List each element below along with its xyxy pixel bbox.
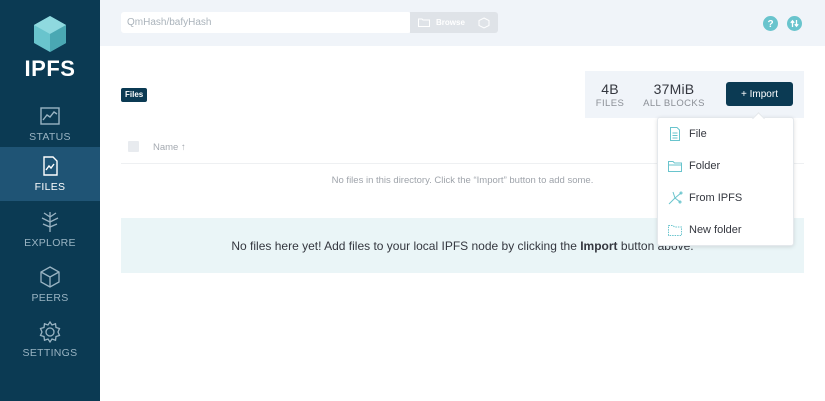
- nav-item-status[interactable]: STATUS: [0, 97, 100, 151]
- import-menu-file[interactable]: File: [658, 118, 794, 150]
- files-icon: [43, 156, 58, 176]
- blocks-size-value: 37MiB: [653, 81, 695, 97]
- sidebar: IPFS STATUS FILES EXPLORE PEERS SETTINGS: [0, 0, 100, 401]
- import-menu-folder-label: Folder: [689, 160, 721, 172]
- import-menu-from-ipfs-label: From IPFS: [689, 192, 743, 204]
- import-button[interactable]: + Import: [726, 82, 793, 106]
- settings-gear-icon: [39, 320, 61, 344]
- banner-import-word: Import: [580, 238, 618, 253]
- nav-label-settings: SETTINGS: [22, 347, 78, 359]
- nav-label-peers: PEERS: [31, 292, 69, 304]
- import-menu: File Folder From IPFS New folder: [657, 117, 794, 246]
- files-size-value: 4B: [601, 81, 619, 97]
- folder-icon: [668, 161, 682, 172]
- breadcrumb-files[interactable]: Files: [121, 88, 148, 102]
- peers-cube-icon: [40, 266, 60, 288]
- folder-icon: [418, 18, 430, 27]
- explore-tree-icon: [41, 212, 59, 232]
- new-folder-icon: [668, 225, 682, 236]
- ipfs-path-icon: [668, 191, 683, 205]
- browse-button[interactable]: Browse: [410, 12, 498, 33]
- nav-item-settings[interactable]: SETTINGS: [0, 313, 100, 367]
- import-menu-new-folder-label: New folder: [689, 224, 742, 236]
- file-icon: [670, 127, 680, 141]
- brand-name: IPFS: [24, 56, 76, 81]
- blocks-stat: 37MiB ALL BLOCKS: [641, 81, 707, 109]
- files-stat: 4B FILES: [593, 81, 627, 109]
- ipfs-cube-logo-icon: [34, 16, 66, 52]
- update-arrows-icon[interactable]: [787, 16, 802, 31]
- top-bar: Browse ?: [100, 0, 825, 46]
- browse-label: Browse: [436, 18, 465, 27]
- nav-label-explore: EXPLORE: [24, 237, 76, 249]
- nav-item-peers[interactable]: PEERS: [0, 258, 100, 312]
- nav-item-files[interactable]: FILES: [0, 147, 100, 201]
- banner-prefix: No files here yet! Add files to your loc…: [231, 238, 581, 253]
- import-menu-file-label: File: [689, 128, 707, 140]
- blocks-size-label: ALL BLOCKS: [643, 98, 705, 109]
- import-menu-from-ipfs[interactable]: From IPFS: [658, 182, 794, 214]
- files-size-label: FILES: [595, 98, 625, 109]
- banner-text: No files here yet! Add files to your loc…: [231, 239, 693, 253]
- ipfs-logo[interactable]: IPFS: [0, 14, 100, 82]
- name-column-header[interactable]: Name ↑: [153, 142, 186, 153]
- ipfs-glyph-icon: [478, 17, 490, 29]
- hash-search-input[interactable]: [121, 12, 401, 33]
- svg-text:?: ?: [767, 19, 773, 30]
- search-box: [121, 12, 411, 33]
- help-icon[interactable]: ?: [763, 16, 778, 31]
- nav-label-files: FILES: [34, 181, 66, 193]
- import-menu-new-folder[interactable]: New folder: [658, 214, 794, 246]
- nav-label-status: STATUS: [29, 131, 71, 143]
- select-all-checkbox[interactable]: [128, 141, 139, 152]
- nav-item-explore[interactable]: EXPLORE: [0, 203, 100, 257]
- import-menu-folder[interactable]: Folder: [658, 150, 794, 182]
- status-chart-icon: [40, 107, 60, 125]
